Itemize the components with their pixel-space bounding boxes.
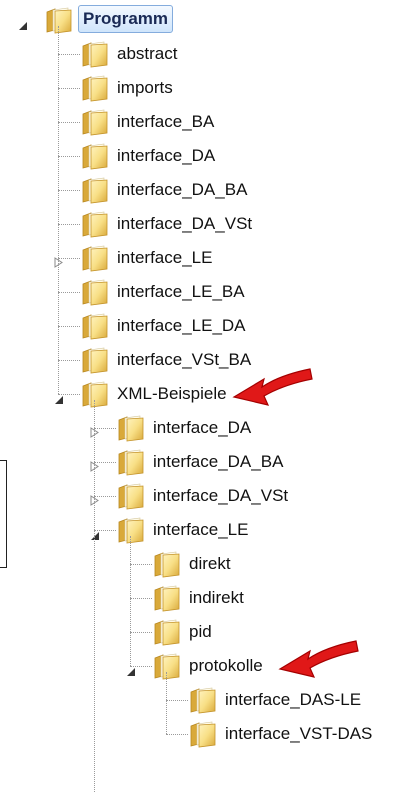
tree-label[interactable]: interface_BA (114, 109, 217, 135)
tree-connector-horizontal (130, 632, 152, 633)
tree-label[interactable]: interface_LE (150, 517, 251, 543)
folder-icon (80, 346, 110, 374)
expanded-triangle-icon[interactable] (18, 16, 28, 36)
tree-row-interface_VST_DAS[interactable]: interface_VST-DAS (0, 717, 413, 751)
tree-row-direkt[interactable]: direkt (0, 547, 413, 581)
tree-connector-vertical (130, 536, 131, 666)
tree-connector-horizontal (94, 462, 116, 463)
tree-label[interactable]: interface_DA_BA (150, 449, 286, 475)
tree-label[interactable]: imports (114, 75, 176, 101)
tree-label[interactable]: interface_VST-DAS (222, 721, 375, 747)
tree-label[interactable]: indirekt (186, 585, 247, 611)
tree-label[interactable]: XML-Beispiele (114, 381, 230, 407)
tree-connector-horizontal (94, 428, 116, 429)
tree-connector-horizontal (94, 530, 116, 531)
tree-connector-vertical (166, 672, 167, 734)
tree-label[interactable]: interface_DA_VSt (150, 483, 291, 509)
folder-icon (80, 210, 110, 238)
folder-icon (80, 74, 110, 102)
tree-connector-horizontal (58, 258, 80, 259)
tree-label[interactable]: interface_DA (150, 415, 254, 441)
tree-connector-horizontal (130, 564, 152, 565)
red-arrow-icon (230, 363, 314, 416)
folder-icon (188, 686, 218, 714)
folder-icon (116, 414, 146, 442)
folder-icon (80, 380, 110, 408)
expanded-triangle-icon[interactable] (54, 390, 64, 410)
tree-label[interactable]: pid (186, 619, 215, 645)
tree-row-xml_interface_DA_VSt[interactable]: interface_DA_VSt (0, 479, 413, 513)
folder-icon (80, 108, 110, 136)
tree-label[interactable]: interface_LE (114, 245, 215, 271)
folder-icon (80, 40, 110, 68)
tree-label[interactable]: protokolle (186, 653, 266, 679)
folder-icon (152, 652, 182, 680)
red-arrow-icon (276, 635, 360, 688)
tree-label[interactable]: interface_LE_BA (114, 279, 248, 305)
tree-label[interactable]: interface_DA_VSt (114, 211, 255, 237)
tree-connector-horizontal (94, 496, 116, 497)
folder-icon (152, 550, 182, 578)
tree-connector-horizontal (58, 394, 80, 395)
folder-icon (80, 278, 110, 306)
folder-icon (80, 176, 110, 204)
tree-label[interactable]: interface_LE_DA (114, 313, 249, 339)
tree-connector-horizontal (58, 88, 80, 89)
tree-connector-horizontal (130, 666, 152, 667)
tree-connector-horizontal (166, 700, 188, 701)
tree-label[interactable]: Programm (78, 5, 174, 33)
tree-row-indirekt[interactable]: indirekt (0, 581, 413, 615)
tree-label[interactable]: direkt (186, 551, 234, 577)
tree-row-programm[interactable]: Programm (0, 3, 413, 37)
tree-connector-horizontal (58, 326, 80, 327)
folder-icon (116, 516, 146, 544)
tree-connector-horizontal (58, 292, 80, 293)
folder-icon (80, 244, 110, 272)
tree-connector-horizontal (58, 122, 80, 123)
tree-connector-horizontal (166, 734, 188, 735)
folder-icon (44, 6, 74, 34)
tree-connector-horizontal (58, 360, 80, 361)
tree-connector-vertical (58, 26, 59, 394)
tree-label[interactable]: interface_DA_BA (114, 177, 250, 203)
tree-connector-horizontal (130, 598, 152, 599)
tree-row-interface_DAS_LE[interactable]: interface_DAS-LE (0, 683, 413, 717)
folder-icon (116, 448, 146, 476)
tree-row-xml_interface_DA_BA[interactable]: interface_DA_BA (0, 445, 413, 479)
tree-label[interactable]: interface_DAS-LE (222, 687, 364, 713)
folder-icon (116, 482, 146, 510)
folder-icon (152, 584, 182, 612)
folder-icon (152, 618, 182, 646)
tree-label[interactable]: abstract (114, 41, 180, 67)
expanded-triangle-icon[interactable] (90, 526, 100, 546)
tree-connector-horizontal (58, 54, 80, 55)
tree-label[interactable]: interface_DA (114, 143, 218, 169)
tree-row-xml_interface_DA[interactable]: interface_DA (0, 411, 413, 445)
folder-icon (80, 142, 110, 170)
tree-connector-horizontal (58, 190, 80, 191)
folder-tree: Programm abstract imports interface_BAinter… (0, 0, 413, 792)
expanded-triangle-icon[interactable] (126, 662, 136, 682)
tree-connector-horizontal (58, 156, 80, 157)
tree-row-protokolle[interactable]: protokolle (0, 640, 413, 683)
folder-icon (188, 720, 218, 748)
tree-row-xml_interface_LE[interactable]: interface_LE (0, 513, 413, 547)
tree-connector-vertical (94, 400, 95, 792)
tree-connector-horizontal (58, 224, 80, 225)
folder-icon (80, 312, 110, 340)
